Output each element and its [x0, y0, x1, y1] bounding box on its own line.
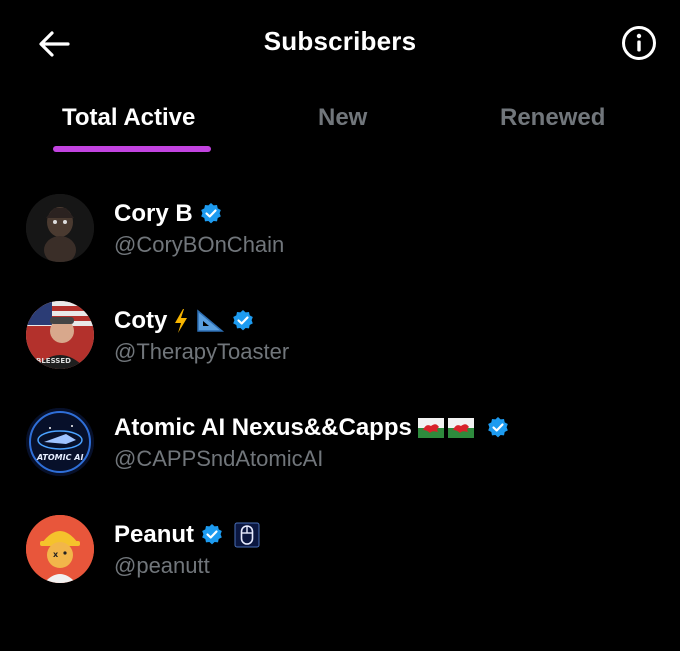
tab-new[interactable]: New: [318, 104, 367, 132]
avatar: BLESSED: [26, 301, 94, 369]
verified-badge-icon: [488, 417, 508, 438]
wales-flag-emoji-icon: [417, 418, 474, 438]
name-line: Peanut: [114, 521, 260, 549]
avatar-logo-text: ATOMIC AI: [36, 453, 83, 462]
lightning-emoji-icon: [173, 308, 189, 334]
display-name: Cory B: [114, 200, 193, 227]
list-item[interactable]: BLESSED Coty @TherapyToaster: [0, 297, 680, 397]
subscribers-screen: Subscribers Total Active New Renewed Cor…: [0, 0, 680, 651]
user-handle: @CAPPSndAtomicAI: [114, 446, 324, 471]
tab-bar: Total Active New Renewed: [0, 86, 680, 156]
list-item[interactable]: Cory B @CoryBOnChain: [0, 190, 680, 290]
header: Subscribers: [0, 0, 680, 86]
verified-badge-icon: [200, 203, 221, 224]
user-handle: @peanutt: [114, 553, 210, 578]
name-line: Atomic AI Nexus&&Capps: [114, 414, 510, 442]
avatar: [26, 194, 94, 262]
user-handle: @TherapyToaster: [114, 339, 290, 364]
svg-text:x: x: [53, 550, 59, 559]
name-line: Cory B: [114, 200, 223, 228]
computer-mouse-emoji-icon: [234, 522, 260, 548]
display-name: Coty: [114, 307, 168, 334]
verified-badge-icon: [233, 310, 254, 331]
tab-renewed[interactable]: Renewed: [500, 104, 605, 132]
user-handle: @CoryBOnChain: [114, 232, 285, 257]
display-name: Peanut: [114, 521, 195, 548]
tab-total-active[interactable]: Total Active: [62, 104, 195, 132]
info-icon: [622, 26, 656, 60]
name-line: Coty: [114, 307, 255, 335]
list-item[interactable]: x Peanut @peanutt: [0, 511, 680, 611]
info-button[interactable]: [618, 22, 660, 64]
display-name: Atomic AI Nexus&&Capps: [114, 414, 412, 441]
avatar: x: [26, 515, 94, 583]
triangular-ruler-emoji-icon: [195, 308, 225, 334]
active-tab-indicator: [53, 146, 211, 152]
page-title: Subscribers: [263, 26, 417, 56]
avatar: ATOMIC AI: [26, 408, 94, 476]
svg-text:BLESSED: BLESSED: [36, 357, 71, 365]
verified-badge-icon: [202, 524, 222, 545]
list-item[interactable]: ATOMIC AI Atomic AI Nexus&&Capps @CAPPSn…: [0, 404, 680, 504]
